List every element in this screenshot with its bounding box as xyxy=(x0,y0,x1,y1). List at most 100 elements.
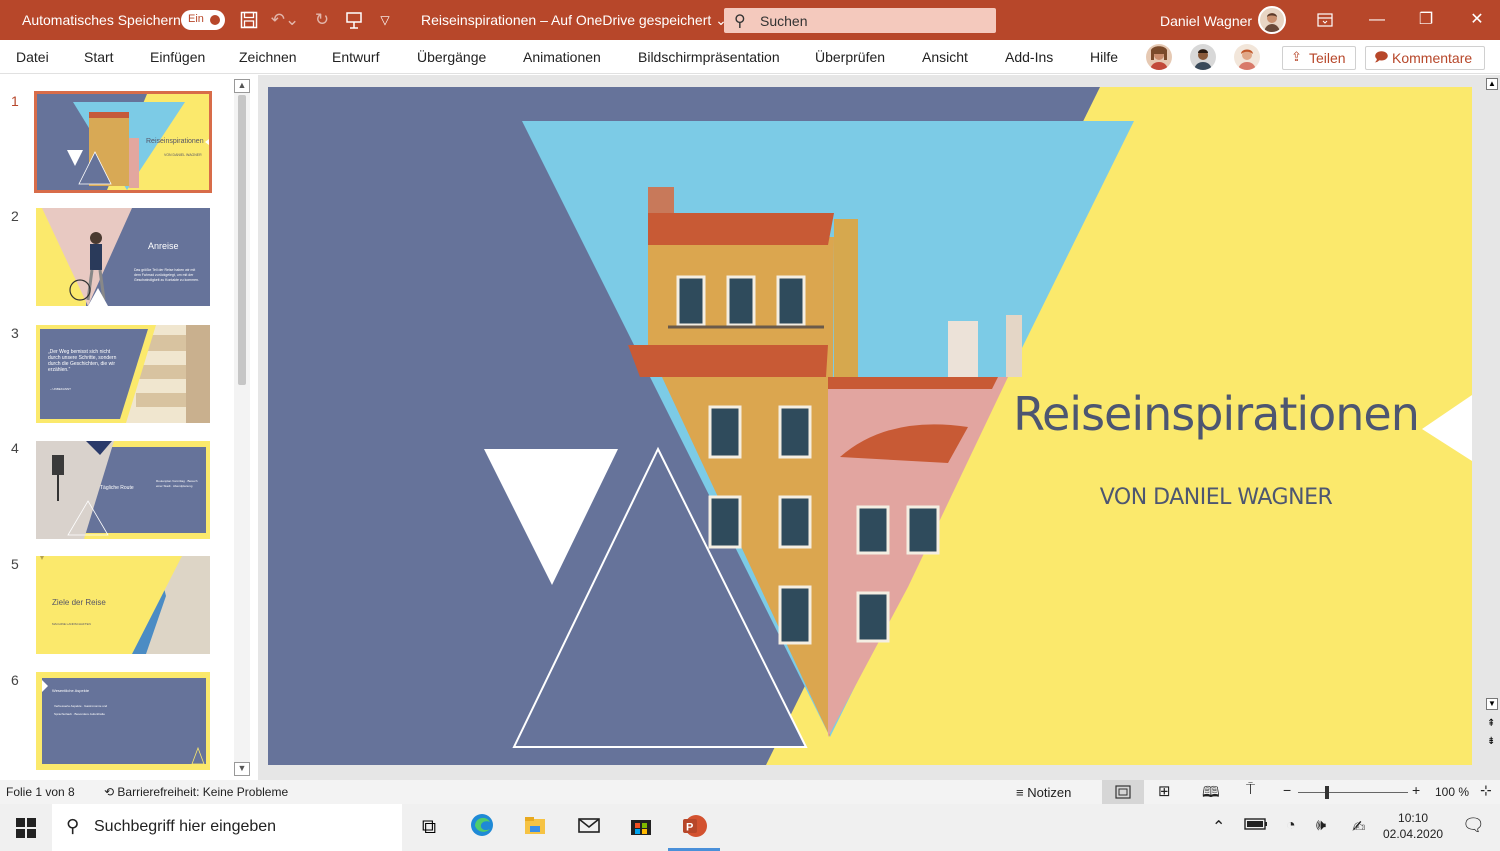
tab-einfuegen[interactable]: Einfügen xyxy=(150,49,205,65)
taskbar-search-placeholder: Suchbegriff hier eingeben xyxy=(94,818,277,835)
slide-thumbnail-2[interactable]: Anreise Das größte Teil der Reise haben … xyxy=(34,206,212,308)
thumbnail-scrollbar[interactable]: ▲ ▼ xyxy=(234,79,250,776)
current-slide[interactable]: Reiseinspirationen VON DANIEL WAGNER xyxy=(268,87,1472,765)
slide-thumbnail-1[interactable]: Reiseinspirationen VON DANIEL WAGNER xyxy=(34,91,212,193)
slideshow-icon[interactable]: ⍑ xyxy=(1246,781,1255,798)
thumbnail-subtitle: Das größte Teil der Reise haben wir mit … xyxy=(134,268,199,282)
search-icon: ⚲ xyxy=(66,816,80,836)
comments-button[interactable]: 🗩 Kommentare xyxy=(1365,46,1485,70)
notifications-icon[interactable]: 🗨 xyxy=(1462,815,1485,836)
close-button[interactable]: ✕ xyxy=(1462,8,1492,32)
notes-icon: ≡ xyxy=(1016,785,1024,800)
fit-to-window-icon[interactable]: ⊹ xyxy=(1480,782,1492,799)
scroll-up-icon[interactable]: ▲ xyxy=(234,79,250,93)
autosave-state: Ein xyxy=(188,13,204,25)
present-icon[interactable] xyxy=(343,9,365,31)
zoom-level[interactable]: 100 % xyxy=(1435,785,1469,799)
save-icon[interactable] xyxy=(238,9,260,31)
autosave-label: Automatisches Speichern xyxy=(22,12,181,28)
user-name[interactable]: Daniel Wagner xyxy=(1160,13,1252,29)
thumbnail-title: Reiseinspirationen xyxy=(146,138,204,145)
edge-icon[interactable] xyxy=(467,812,497,842)
redo-icon[interactable]: ↻ xyxy=(311,9,333,31)
ribbon-tabs: Datei Start Einfügen Zeichnen Entwurf Üb… xyxy=(0,40,1500,74)
windows-start-icon[interactable] xyxy=(16,818,36,843)
slide-thumbnail-5[interactable]: Ziele der Reise MACHINE LANDSCHAFTEN xyxy=(34,554,212,656)
tab-ansicht[interactable]: Ansicht xyxy=(922,49,968,65)
zoom-in-button[interactable]: + xyxy=(1412,782,1420,798)
slide-thumbnail-3[interactable]: „Der Weg bemisst sich nicht durch unsere… xyxy=(34,323,212,425)
minimize-button[interactable]: — xyxy=(1362,8,1392,32)
tab-start[interactable]: Start xyxy=(84,49,114,65)
thumbnail-title: Tägliche Route xyxy=(100,485,134,491)
slide-subtitle[interactable]: VON DANIEL WAGNER xyxy=(1006,485,1426,510)
user-avatar[interactable] xyxy=(1258,6,1286,34)
previous-slide-icon[interactable]: ⇞ xyxy=(1487,718,1495,729)
task-view-icon[interactable]: ⧉ xyxy=(414,812,444,842)
share-label: Teilen xyxy=(1309,50,1346,66)
thumbnail-title: Anreise xyxy=(148,241,179,251)
thumbnail-number: 4 xyxy=(11,440,19,456)
thumbnail-quote: „Der Weg bemisst sich nicht durch unsere… xyxy=(48,349,117,373)
thumbnail-title: Ziele der Reise xyxy=(52,598,106,607)
search-icon: ⚲ xyxy=(734,13,746,30)
pen-icon[interactable]: ✍ xyxy=(1352,817,1365,837)
tab-hilfe[interactable]: Hilfe xyxy=(1090,49,1118,65)
tab-ueberpruefen[interactable]: Überprüfen xyxy=(815,49,885,65)
customize-qat-icon[interactable]: ▽ xyxy=(374,9,396,31)
tab-uebergaenge[interactable]: Übergänge xyxy=(417,49,486,65)
scrollbar-thumb[interactable] xyxy=(238,95,246,385)
tab-entwurf[interactable]: Entwurf xyxy=(332,49,379,65)
powerpoint-icon[interactable]: P xyxy=(679,812,709,842)
thumbnail-subtitle: VON DANIEL WAGNER xyxy=(164,153,202,157)
thumbnail-subtitle: Routenplan Vormittag · Besuch einer Stad… xyxy=(156,479,198,488)
taskbar-clock[interactable]: 10:10 02.04.2020 xyxy=(1383,810,1443,842)
tab-add-ins[interactable]: Add-Ins xyxy=(1005,49,1053,65)
share-button[interactable]: ⇪ Teilen xyxy=(1282,46,1356,70)
tab-animationen[interactable]: Animationen xyxy=(523,49,601,65)
ribbon-display-icon[interactable] xyxy=(1310,8,1340,32)
slide-thumbnail-4[interactable]: Tägliche Route Routenplan Vormittag · Be… xyxy=(34,439,212,541)
thumbnail-number: 5 xyxy=(11,556,19,572)
search-box[interactable]: ⚲ Suchen xyxy=(724,8,996,33)
slide-counter: Folie 1 von 8 xyxy=(6,785,75,799)
taskbar-search[interactable]: ⚲ Suchbegriff hier eingeben xyxy=(52,804,402,851)
store-icon[interactable] xyxy=(626,812,656,842)
notes-button[interactable]: ≡ Notizen xyxy=(1016,785,1071,800)
restore-button[interactable]: ❐ xyxy=(1411,8,1441,32)
normal-view-button[interactable] xyxy=(1102,780,1144,804)
comments-label: Kommentare xyxy=(1392,50,1473,66)
scroll-down-icon[interactable]: ▼ xyxy=(234,762,250,776)
slide-thumbnail-6[interactable]: Wesentliche Aspekte Verbesserte Aspekte … xyxy=(34,670,212,772)
search-placeholder: Suchen xyxy=(760,13,808,29)
zoom-out-button[interactable]: − xyxy=(1283,782,1291,798)
collaborator-avatar[interactable] xyxy=(1190,44,1216,70)
zoom-slider-thumb[interactable] xyxy=(1325,786,1329,799)
zoom-slider[interactable] xyxy=(1298,792,1408,793)
collaborator-avatar[interactable] xyxy=(1234,44,1260,70)
editor-scrollbar[interactable]: ▲ ▼ ⇞ ⇟ xyxy=(1484,76,1500,778)
windows-taskbar: ⚲ Suchbegriff hier eingeben ⧉ P ⌃ ◔ 🕪 ✍ … xyxy=(0,804,1500,851)
scroll-up-icon[interactable]: ▲ xyxy=(1486,78,1498,90)
slide-title[interactable]: Reiseinspirationen xyxy=(1006,387,1426,441)
tab-zeichnen[interactable]: Zeichnen xyxy=(239,49,297,65)
scroll-down-icon[interactable]: ▼ xyxy=(1486,698,1498,710)
tab-bildschirmpraesentation[interactable]: Bildschirmpräsentation xyxy=(638,49,780,65)
collaborator-avatar[interactable] xyxy=(1146,44,1172,70)
tab-datei[interactable]: Datei xyxy=(16,49,49,65)
battery-icon[interactable] xyxy=(1244,817,1268,836)
slide-sorter-icon[interactable]: ⊞ xyxy=(1158,782,1171,800)
document-title[interactable]: Reiseinspirationen – Auf OneDrive gespei… xyxy=(421,12,727,29)
volume-icon[interactable]: 🕪 xyxy=(1316,817,1326,835)
accessibility-checker[interactable]: ⟲ Barrierefreiheit: Keine Probleme xyxy=(104,785,288,799)
next-slide-icon[interactable]: ⇟ xyxy=(1487,736,1495,747)
clock-date: 02.04.2020 xyxy=(1383,827,1444,841)
autosave-toggle[interactable]: Ein xyxy=(181,10,225,30)
undo-icon[interactable]: ↶⌄ xyxy=(270,9,300,31)
thumbnail-number: 3 xyxy=(11,325,19,341)
show-hidden-icons-icon[interactable]: ⌃ xyxy=(1212,817,1225,837)
file-explorer-icon[interactable] xyxy=(520,812,550,842)
mail-icon[interactable] xyxy=(574,812,604,842)
wifi-icon[interactable]: ◔ xyxy=(1286,817,1296,835)
status-bar: Folie 1 von 8 ⟲ Barrierefreiheit: Keine … xyxy=(0,780,1500,804)
